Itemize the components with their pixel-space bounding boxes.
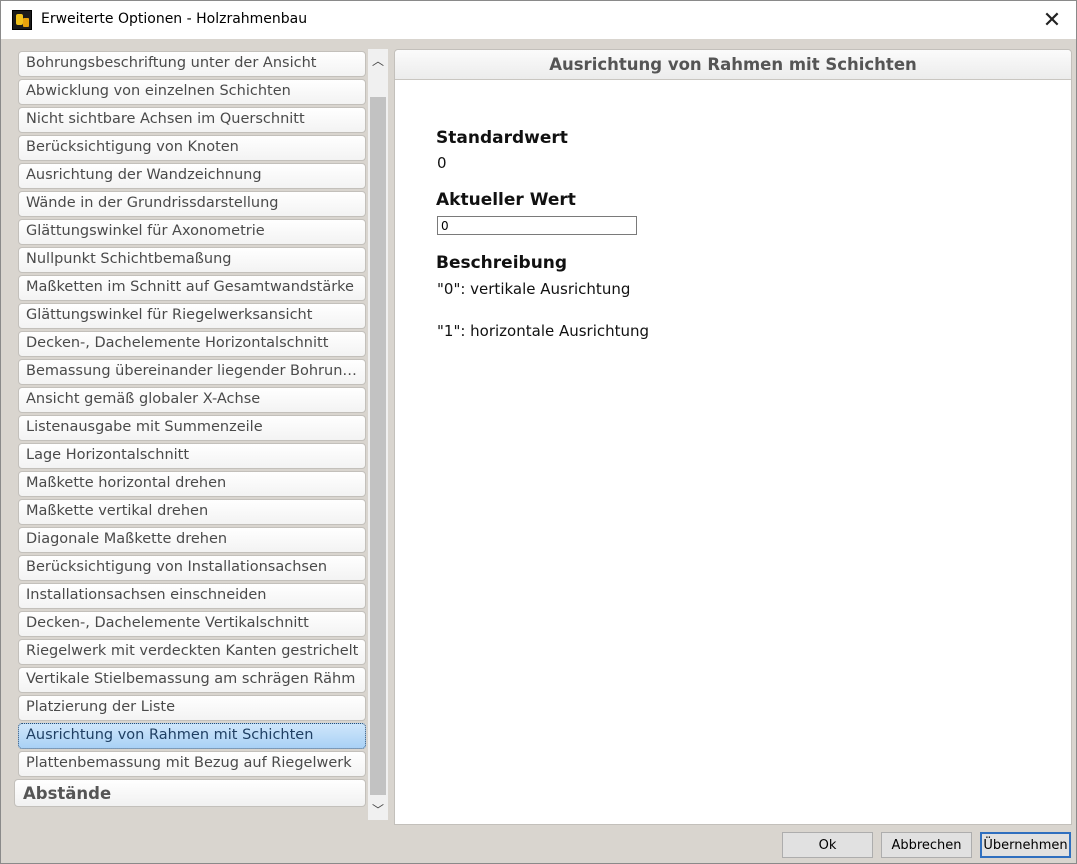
list-item[interactable]: Bohrungsbeschriftung unter der Ansicht (18, 51, 366, 77)
description-line: "1": horizontale Ausrichtung (437, 322, 650, 340)
window-title: Erweiterte Optionen - Holzrahmenbau (41, 11, 308, 27)
option-detail-panel: Ausrichtung von Rahmen mit Schichten Sta… (394, 49, 1072, 825)
list-item[interactable]: Maßkette vertikal drehen (18, 499, 366, 525)
close-icon[interactable]: ✕ (1034, 3, 1070, 37)
cancel-button[interactable]: Abbrechen (881, 832, 972, 858)
list-item[interactable]: Decken-, Dachelemente Horizontalschnitt (18, 331, 366, 357)
current-value-input[interactable] (437, 216, 637, 235)
list-item[interactable]: Wände in der Grundrissdarstellung (18, 191, 366, 217)
scroll-thumb[interactable] (370, 97, 386, 795)
app-icon (12, 10, 32, 30)
list-item[interactable]: Glättungswinkel für Axonometrie (18, 219, 366, 245)
list-item[interactable]: Maßkette horizontal drehen (18, 471, 366, 497)
panel-title: Ausrichtung von Rahmen mit Schichten (395, 50, 1071, 80)
apply-button[interactable]: Übernehmen (980, 832, 1071, 858)
list-item[interactable]: Diagonale Maßkette drehen (18, 527, 366, 553)
list-item[interactable]: Vertikale Stielbemassung am schrägen Räh… (18, 667, 366, 693)
list-item[interactable]: Lage Horizontalschnitt (18, 443, 366, 469)
description-line: "0": vertikale Ausrichtung (437, 280, 631, 298)
list-item[interactable]: Platzierung der Liste (18, 695, 366, 721)
list-item[interactable]: Listenausgabe mit Summenzeile (18, 415, 366, 441)
scroll-down-icon[interactable]: ﹀ (368, 798, 388, 820)
group-header-abstaende[interactable]: Abstände (14, 779, 366, 807)
list-item[interactable]: Bemassung übereinander liegender Bohrung… (18, 359, 366, 385)
list-item[interactable]: Abwicklung von einzelnen Schichten (18, 79, 366, 105)
list-item[interactable]: Riegelwerk mit verdeckten Kanten gestric… (18, 639, 366, 665)
default-value-label: Standardwert (436, 128, 568, 148)
title-bar: Erweiterte Optionen - Holzrahmenbau ✕ (1, 1, 1076, 39)
list-item[interactable]: Berücksichtigung von Knoten (18, 135, 366, 161)
list-item[interactable]: Ausrichtung der Wandzeichnung (18, 163, 366, 189)
list-scrollbar[interactable]: ︿ ﹀ (368, 49, 388, 820)
dialog-window: Erweiterte Optionen - Holzrahmenbau ✕ Bo… (0, 0, 1077, 864)
list-item[interactable]: Ansicht gemäß globaler X-Achse (18, 387, 366, 413)
current-value-label: Aktueller Wert (436, 190, 576, 210)
description-label: Beschreibung (436, 253, 568, 273)
list-item[interactable]: Ausrichtung von Rahmen mit Schichten (18, 723, 366, 749)
list-item[interactable]: Installationsachsen einschneiden (18, 583, 366, 609)
ok-button[interactable]: Ok (782, 832, 873, 858)
list-item[interactable]: Berücksichtigung von Installationsachsen (18, 555, 366, 581)
list-item[interactable]: Decken-, Dachelemente Vertikalschnitt (18, 611, 366, 637)
list-item[interactable]: Maßketten im Schnitt auf Gesamtwandstärk… (18, 275, 366, 301)
list-item[interactable]: Nullpunkt Schichtbemaßung (18, 247, 366, 273)
scroll-up-icon[interactable]: ︿ (368, 49, 388, 71)
list-item[interactable]: Glättungswinkel für Riegelwerksansicht (18, 303, 366, 329)
options-list: Bohrungsbeschriftung unter der Ansicht Ab… (14, 49, 368, 820)
list-item[interactable]: Plattenbemassung mit Bezug auf Riegelwer… (18, 751, 366, 777)
list-item[interactable]: Nicht sichtbare Achsen im Querschnitt (18, 107, 366, 133)
default-value: 0 (437, 154, 447, 172)
